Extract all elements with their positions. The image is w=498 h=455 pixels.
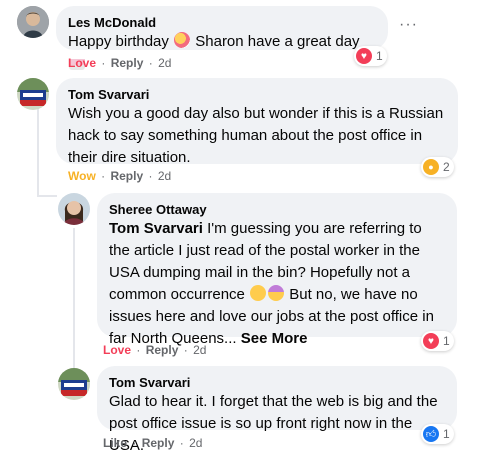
thread-line [37, 105, 39, 197]
avatar-tom-svarvari[interactable] [17, 78, 49, 110]
timestamp[interactable]: 2d [158, 169, 171, 183]
comment-author[interactable]: Tom Svarvari [109, 374, 445, 391]
comment-text: Tom Svarvari I'm guessing you are referr… [109, 218, 445, 350]
separator: · [132, 436, 137, 450]
reaction-summary[interactable]: ♥ 1 [354, 46, 387, 66]
love-action[interactable]: Love [68, 56, 96, 70]
more-options-icon[interactable]: ··· [399, 16, 418, 34]
comment-actions: Love · Reply · 2d [103, 342, 206, 358]
reaction-summary[interactable]: 👍︎ 1 [421, 424, 454, 444]
separator: · [179, 436, 184, 450]
reply-action[interactable]: Reply [142, 436, 175, 450]
comment-author[interactable]: Les McDonald [68, 14, 376, 31]
reply-action[interactable]: Reply [146, 343, 179, 357]
separator: · [136, 343, 141, 357]
separator: · [101, 169, 106, 183]
reaction-count: 1 [376, 49, 383, 63]
party-popper-emoji-icon [174, 32, 191, 48]
reaction-count: 1 [443, 334, 450, 348]
thread-line-branch [37, 195, 57, 197]
see-more-link[interactable]: See More [241, 330, 308, 347]
separator: · [101, 56, 106, 70]
reaction-summary[interactable]: ● 2 [421, 157, 454, 177]
wow-reaction-icon: ● [423, 159, 439, 175]
comment-bubble: Tom Svarvari Wish you a good day also bu… [56, 78, 458, 166]
avatar-sheree-ottaway[interactable] [58, 193, 90, 225]
reaction-count: 1 [443, 427, 450, 441]
comment-author[interactable]: Sheree Ottaway [109, 201, 445, 218]
wow-action[interactable]: Wow [68, 169, 96, 183]
comment-author[interactable]: Tom Svarvari [68, 86, 446, 103]
comment-bubble: Les McDonald Happy birthday Sharon have … [56, 6, 388, 70]
timestamp[interactable]: 2d [193, 343, 206, 357]
timestamp[interactable]: 2d [158, 56, 171, 70]
comment-actions: Like · Reply · 2d [103, 435, 202, 451]
comment-bubble: Sheree Ottaway Tom Svarvari I'm guessing… [97, 193, 457, 347]
comment-text-part: Sharon have a great day [195, 33, 360, 50]
love-reaction-icon: ♥ [356, 48, 372, 64]
separator: · [148, 56, 153, 70]
reply-action[interactable]: Reply [110, 169, 143, 183]
thread-line-reply [73, 228, 75, 370]
grimacing-emoji-icon [250, 285, 267, 301]
love-action[interactable]: Love [103, 343, 131, 357]
comment-text-part: Happy birthday [68, 33, 169, 50]
separator: · [183, 343, 188, 357]
reply-action[interactable]: Reply [111, 56, 144, 70]
love-reaction-icon: ♥ [423, 333, 439, 349]
like-reaction-icon: 👍︎ [423, 426, 439, 442]
comment-actions: Love · Reply · 2d [68, 55, 171, 71]
reaction-count: 2 [443, 160, 450, 174]
separator: · [148, 169, 153, 183]
timestamp[interactable]: 2d [189, 436, 202, 450]
mention-link[interactable]: Tom Svarvari [109, 220, 203, 237]
comment-text: Wish you a good day also but wonder if t… [68, 105, 444, 166]
avatar-tom-svarvari[interactable] [58, 368, 90, 400]
like-action[interactable]: Like [103, 436, 127, 450]
comment-bubble: Tom Svarvari Glad to hear it. I forget t… [97, 366, 457, 454]
comment-actions: Wow · Reply · 2d [68, 168, 171, 184]
reaction-summary[interactable]: ♥ 1 [421, 331, 454, 351]
exploding-head-emoji-icon [268, 285, 285, 301]
avatar-les-mcdonald[interactable] [17, 6, 49, 38]
